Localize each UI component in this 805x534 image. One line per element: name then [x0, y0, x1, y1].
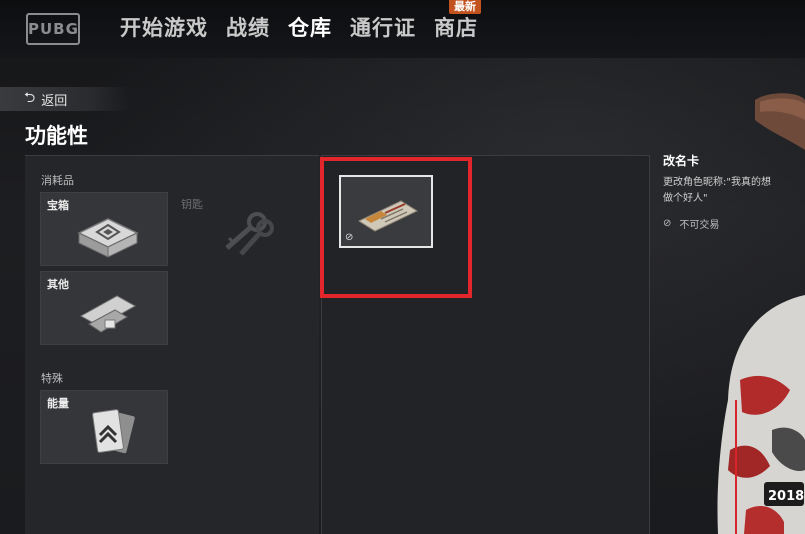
category-key-label: 钥匙 — [181, 198, 203, 211]
nav-play[interactable]: 开始游戏 — [120, 14, 208, 42]
key-icon — [225, 212, 274, 256]
energy-card-icon — [92, 409, 135, 454]
category-other[interactable]: 其他 — [40, 271, 168, 345]
back-arrow-icon: ⮌ — [24, 90, 36, 106]
character-figure: 2018 — [717, 93, 805, 534]
rename-card-slot[interactable]: ⊘ — [339, 175, 433, 248]
section-special: 特殊 — [41, 372, 63, 385]
page-title: 功能性 — [25, 124, 88, 148]
category-panel: 消耗品 宝箱 钥匙 其他 特殊 能量 — [25, 155, 319, 534]
main-nav: 开始游戏 战绩 仓库 通行证 商店 — [120, 14, 478, 42]
character-preview[interactable]: 2018 — [700, 90, 805, 534]
no-entry-icon: ⊘ — [663, 218, 672, 229]
new-badge: 最新 — [449, 0, 481, 14]
category-energy[interactable]: 能量 — [40, 390, 168, 464]
category-crate-label: 宝箱 — [47, 199, 69, 212]
nav-store[interactable]: 商店 — [434, 14, 478, 42]
category-energy-label: 能量 — [47, 397, 69, 410]
category-crate[interactable]: 宝箱 — [40, 192, 168, 266]
rename-card-icon — [357, 200, 419, 232]
top-nav-bar: PUBG 开始游戏 战绩 仓库 通行证 商店 最新 — [0, 0, 805, 58]
no-trade-icon: ⊘ — [345, 232, 354, 243]
category-key[interactable]: 钥匙 — [175, 192, 303, 266]
svg-text:2018: 2018 — [768, 489, 804, 504]
nav-pass[interactable]: 通行证 — [350, 14, 416, 42]
back-button[interactable]: ⮌ 返回 — [0, 87, 130, 111]
crate-icon — [77, 218, 139, 258]
nav-stats[interactable]: 战绩 — [226, 14, 270, 42]
pubg-logo[interactable]: PUBG — [26, 13, 80, 45]
other-cards-icon — [79, 295, 137, 333]
category-other-label: 其他 — [47, 278, 69, 291]
section-consumables: 消耗品 — [41, 174, 74, 187]
red-marker-line — [735, 400, 737, 534]
back-label: 返回 — [41, 93, 68, 109]
item-name: 改名卡 — [663, 154, 700, 168]
nav-inventory[interactable]: 仓库 — [288, 14, 332, 42]
